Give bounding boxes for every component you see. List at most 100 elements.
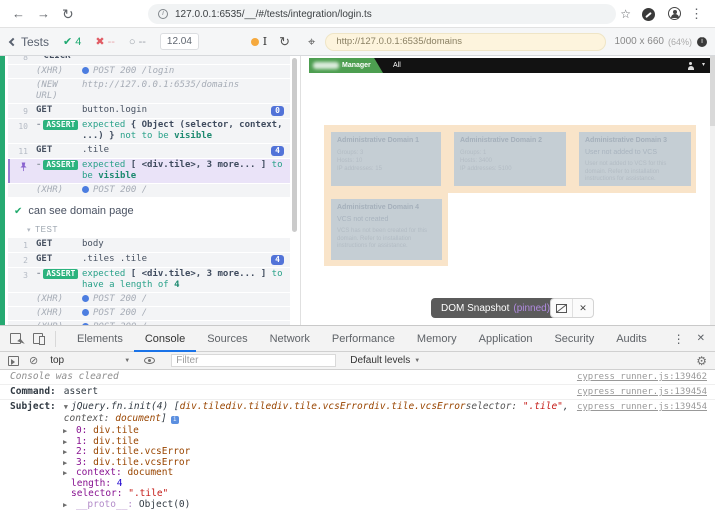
tree-row[interactable]: ▶ context: document xyxy=(63,468,715,479)
unpin-snapshot-button[interactable]: ✕ xyxy=(572,299,593,317)
chevron-left-icon xyxy=(9,37,17,45)
command-row[interactable]: 1 GET body xyxy=(8,238,290,252)
browser-back-icon[interactable]: ← xyxy=(12,0,25,28)
live-expression-eye-icon[interactable] xyxy=(144,357,155,364)
command-row[interactable]: 8 -CLICK xyxy=(8,56,290,64)
bookmark-star-icon[interactable]: ☆ xyxy=(620,7,631,21)
property-key: length: xyxy=(71,478,111,489)
info-badge-icon[interactable]: i xyxy=(171,416,179,424)
command-row[interactable]: 11 GET .tile 4 xyxy=(8,144,290,158)
reporter-scrollbar[interactable] xyxy=(292,58,297,232)
clear-console-icon[interactable]: ⊘ xyxy=(29,354,38,367)
devtools-close-icon[interactable]: ✕ xyxy=(697,333,705,344)
inspect-element-icon[interactable] xyxy=(10,333,21,344)
caret-down-icon[interactable]: ▾ xyxy=(702,58,705,73)
aut-scrollbar-thumb[interactable] xyxy=(710,56,715,126)
test-passed-check-icon: ✔ xyxy=(14,206,22,217)
device-toolbar-icon[interactable] xyxy=(33,333,43,344)
nav-item-all[interactable]: All xyxy=(393,58,401,73)
aut-scrollbar[interactable] xyxy=(710,56,715,325)
circle-icon: ○ xyxy=(129,36,136,48)
tab-console[interactable]: Console xyxy=(134,326,196,352)
domain-tile[interactable]: Administrative Domain 1 Groups: 3 Hosts:… xyxy=(331,132,441,186)
expand-arrow-icon[interactable]: ▶ xyxy=(63,501,67,509)
tab-memory[interactable]: Memory xyxy=(406,326,468,352)
caret-down-icon: ▼ xyxy=(414,358,420,364)
aut-url[interactable]: http://127.0.0.1:6535/domains xyxy=(336,36,462,47)
browser-forward-icon[interactable]: → xyxy=(37,0,50,28)
test-title[interactable]: ✔ can see domain page xyxy=(8,198,290,222)
tab-security[interactable]: Security xyxy=(543,326,605,352)
command-row[interactable]: (XHR) POST 200 / xyxy=(8,307,290,320)
object-tree: ▶ 0: div.tile ▶ 1: div.tile ▶ 2: div.til… xyxy=(0,426,715,510)
autoscroll-dot-icon[interactable] xyxy=(251,38,259,46)
expand-arrow-icon[interactable]: ▶ xyxy=(63,469,67,477)
node-value: div.tile.vcsError xyxy=(93,446,190,457)
expand-arrow-icon[interactable]: ▶ xyxy=(63,427,67,435)
domain-tile[interactable]: Administrative Domain 3 User not added t… xyxy=(579,132,691,186)
tab-sources[interactable]: Sources xyxy=(196,326,258,352)
command-row[interactable]: (XHR) POST 200 /login xyxy=(8,65,290,78)
tree-row[interactable]: ▶ __proto__: Object(0) xyxy=(63,500,715,510)
console-toolbar: ⊘ top ▼ Default levels ▼ ⚙ xyxy=(0,352,715,370)
command-value: assert xyxy=(64,386,98,398)
console-sidebar-icon[interactable] xyxy=(8,356,19,366)
expand-arrow-icon[interactable]: ▶ xyxy=(63,438,67,446)
devtools-menu-icon[interactable]: ⋮ xyxy=(673,332,685,346)
object-preview[interactable]: ▼jQuery.fn.init(4) [div.tilediv.tilediv.… xyxy=(64,401,577,425)
extension-icon[interactable] xyxy=(642,8,655,21)
string-value: ".tile" xyxy=(523,401,563,412)
command-row[interactable]: (XHR) POST 200 / xyxy=(8,293,290,306)
viewport-info-icon[interactable]: i xyxy=(697,37,707,47)
command-row[interactable]: 3 -ASSERT expected [ <div.tile>, 3 more.… xyxy=(8,268,290,292)
tab-application[interactable]: Application xyxy=(468,326,544,352)
command-row[interactable]: (XHR) POST 200 / xyxy=(8,184,290,197)
child-command-dash: - xyxy=(36,56,41,61)
command-list: 1 GET body 2 GET .tiles .tile 4 3 -ASSER… xyxy=(8,238,290,325)
expand-arrow-icon[interactable]: ▶ xyxy=(63,448,67,456)
tests-back-button[interactable]: Tests xyxy=(21,35,49,49)
test-section-header[interactable]: ▾ TEST xyxy=(8,222,290,238)
aut-url-pill[interactable]: http://127.0.0.1:6535/domains xyxy=(325,33,606,51)
test-name[interactable]: can see domain page xyxy=(28,205,133,217)
domain-tile[interactable]: Administrative Domain 4 VCS not created … xyxy=(331,199,442,260)
command-message: .tiles .tile xyxy=(82,254,267,265)
assert-message: expected [ <div.tile>, 3 more... ] to be… xyxy=(82,160,286,182)
tab-network[interactable]: Network xyxy=(259,326,321,352)
tab-audits[interactable]: Audits xyxy=(605,326,658,352)
expand-arrow-icon[interactable]: ▶ xyxy=(63,459,67,467)
xhr-indicator-dot xyxy=(82,67,89,74)
source-link[interactable]: cypress_runner.js:139454 xyxy=(577,401,707,413)
omnibox-url[interactable]: 127.0.0.1:6535/__/#/tests/integration/lo… xyxy=(175,9,372,20)
command-row[interactable]: 10 -ASSERT expected { Object (selector, … xyxy=(8,119,290,143)
restart-tests-icon[interactable]: ↻ xyxy=(279,34,290,50)
passed-count: 4 xyxy=(75,36,81,48)
tab-elements[interactable]: Elements xyxy=(66,326,134,352)
selector-playground-icon[interactable]: ⌖ xyxy=(308,34,315,50)
caret-down-icon[interactable]: ▼ xyxy=(64,403,68,411)
child-command-dash: - xyxy=(36,120,41,130)
browser-menu-icon[interactable]: ⋮ xyxy=(690,0,703,28)
log-levels-selector[interactable]: Default levels ▼ xyxy=(350,355,420,366)
command-row[interactable]: 2 GET .tiles .tile 4 xyxy=(8,253,290,267)
command-row[interactable]: (NEW URL) http://127.0.0.1:6535/domains xyxy=(8,79,290,103)
command-row[interactable]: 9 GET button.login 0 xyxy=(8,104,290,118)
console-settings-gear-icon[interactable]: ⚙ xyxy=(696,354,707,368)
aut-logo[interactable]: Manager xyxy=(309,58,383,73)
profile-icon[interactable] xyxy=(668,7,681,20)
omnibox[interactable]: i 127.0.0.1:6535/__/#/tests/integration/… xyxy=(148,4,616,24)
context-selector[interactable]: top ▼ xyxy=(50,355,130,366)
user-icon[interactable] xyxy=(687,62,694,70)
source-link[interactable]: cypress_runner.js:139454 xyxy=(577,386,707,398)
toggle-highlights-button[interactable] xyxy=(551,299,572,317)
pinned-command-row[interactable]: -ASSERT expected [ <div.tile>, 3 more...… xyxy=(8,159,290,183)
tree-row[interactable]: ▶ 0: div.tile xyxy=(63,426,715,437)
console-filter-input[interactable] xyxy=(171,354,336,367)
browser-reload-icon[interactable]: ↻ xyxy=(62,0,74,28)
assert-text: expected xyxy=(82,269,125,279)
tab-performance[interactable]: Performance xyxy=(321,326,406,352)
page-info-icon[interactable]: i xyxy=(158,9,168,19)
source-link[interactable]: cypress_runner.js:139462 xyxy=(577,371,707,383)
console-cleared-text: Console was cleared xyxy=(10,371,119,383)
domain-tile[interactable]: Administrative Domain 2 Groups: 1 Hosts:… xyxy=(454,132,566,186)
